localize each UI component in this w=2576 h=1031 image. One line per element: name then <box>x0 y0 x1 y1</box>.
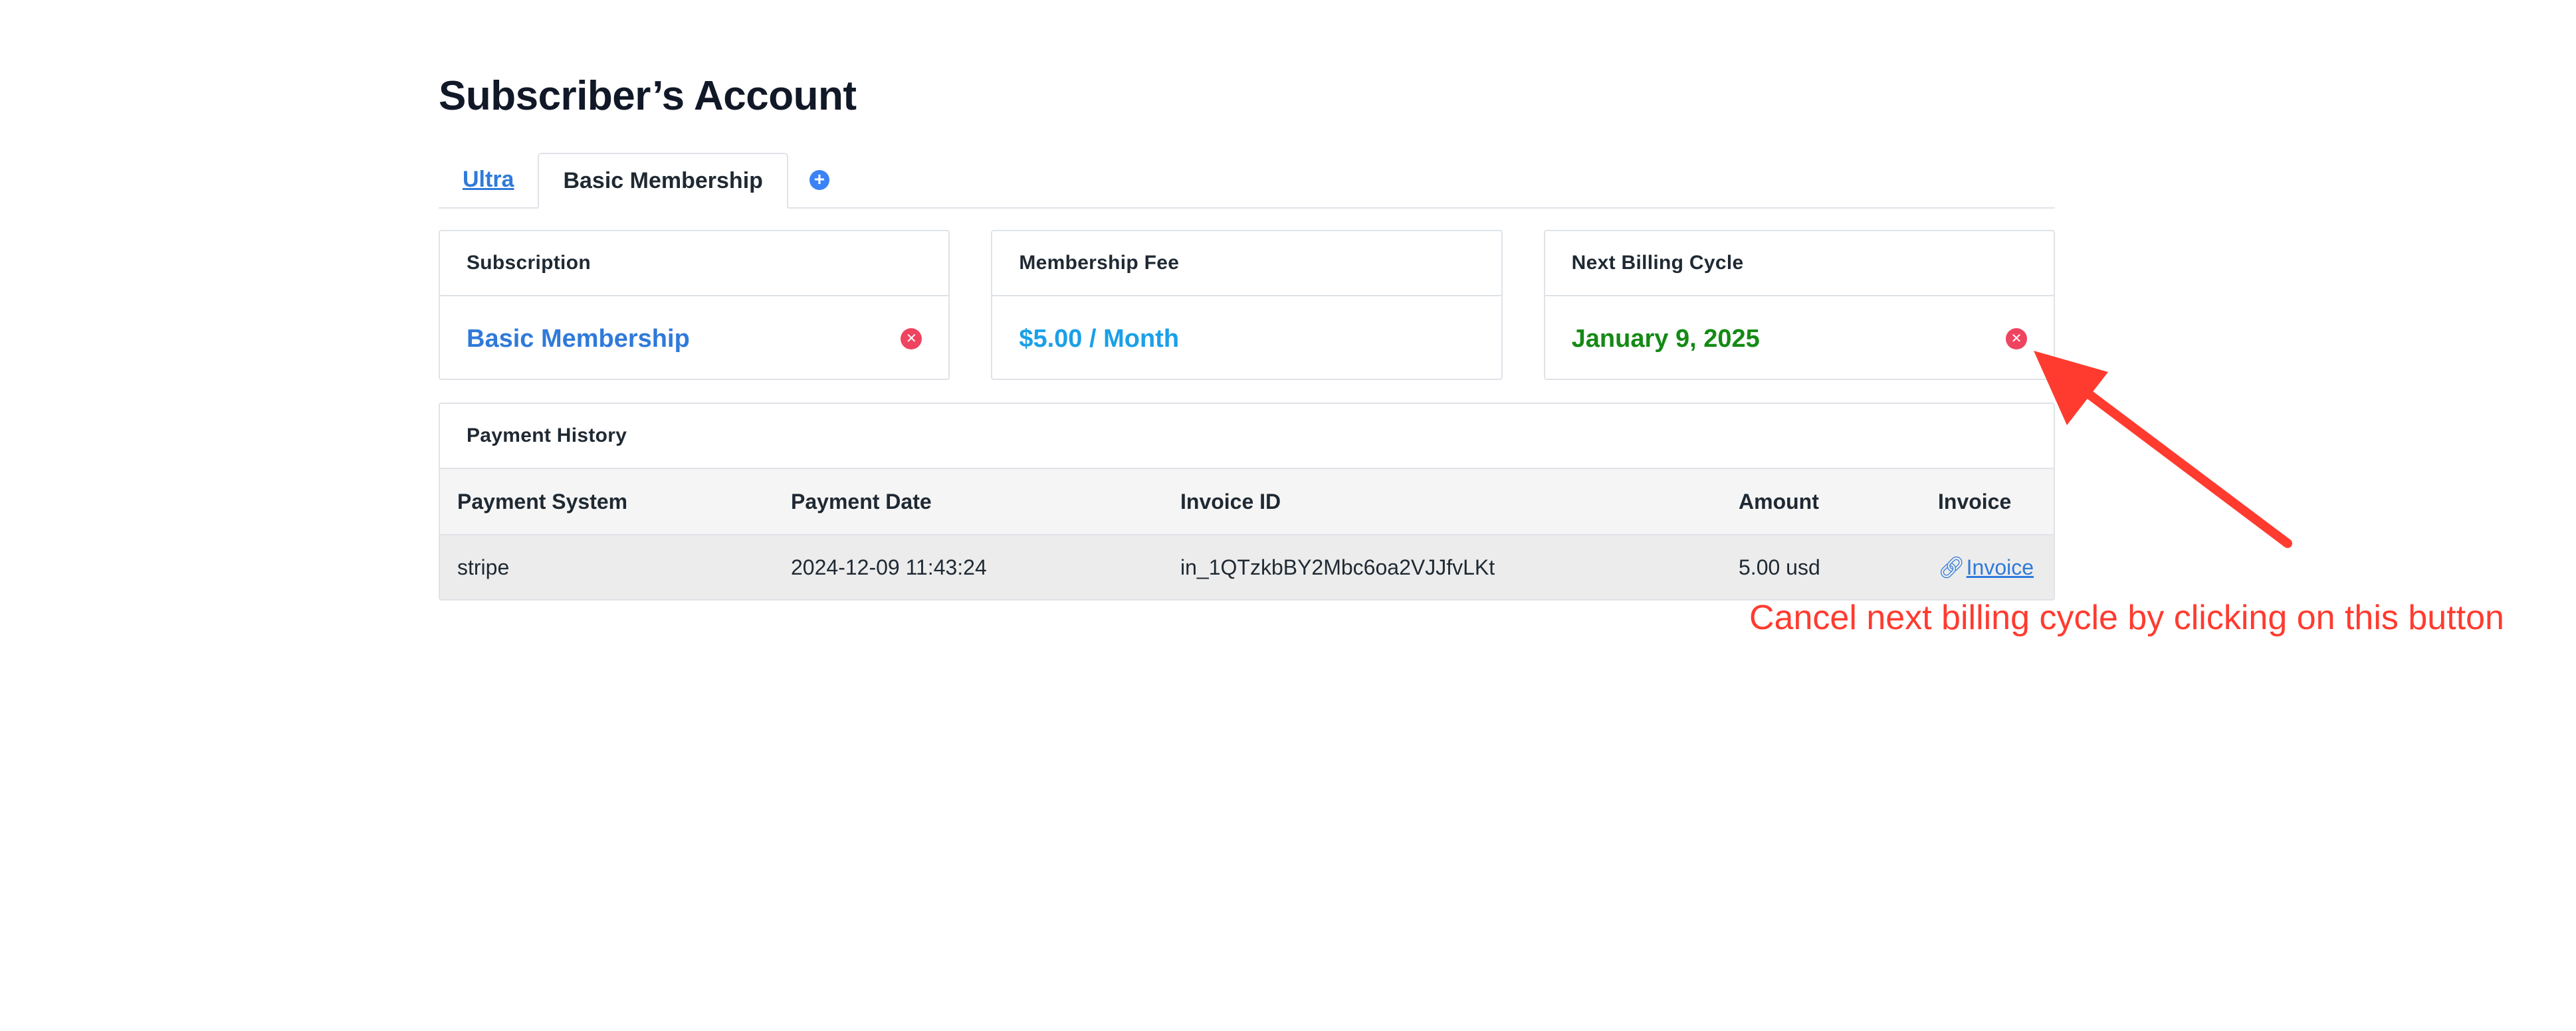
annotation-arrow <box>2034 351 2292 548</box>
annotation-text: Cancel next billing cycle by clicking on… <box>1749 599 2504 637</box>
annotation-arrow-head <box>2034 351 2108 425</box>
annotation-arrow-line <box>2074 382 2292 548</box>
